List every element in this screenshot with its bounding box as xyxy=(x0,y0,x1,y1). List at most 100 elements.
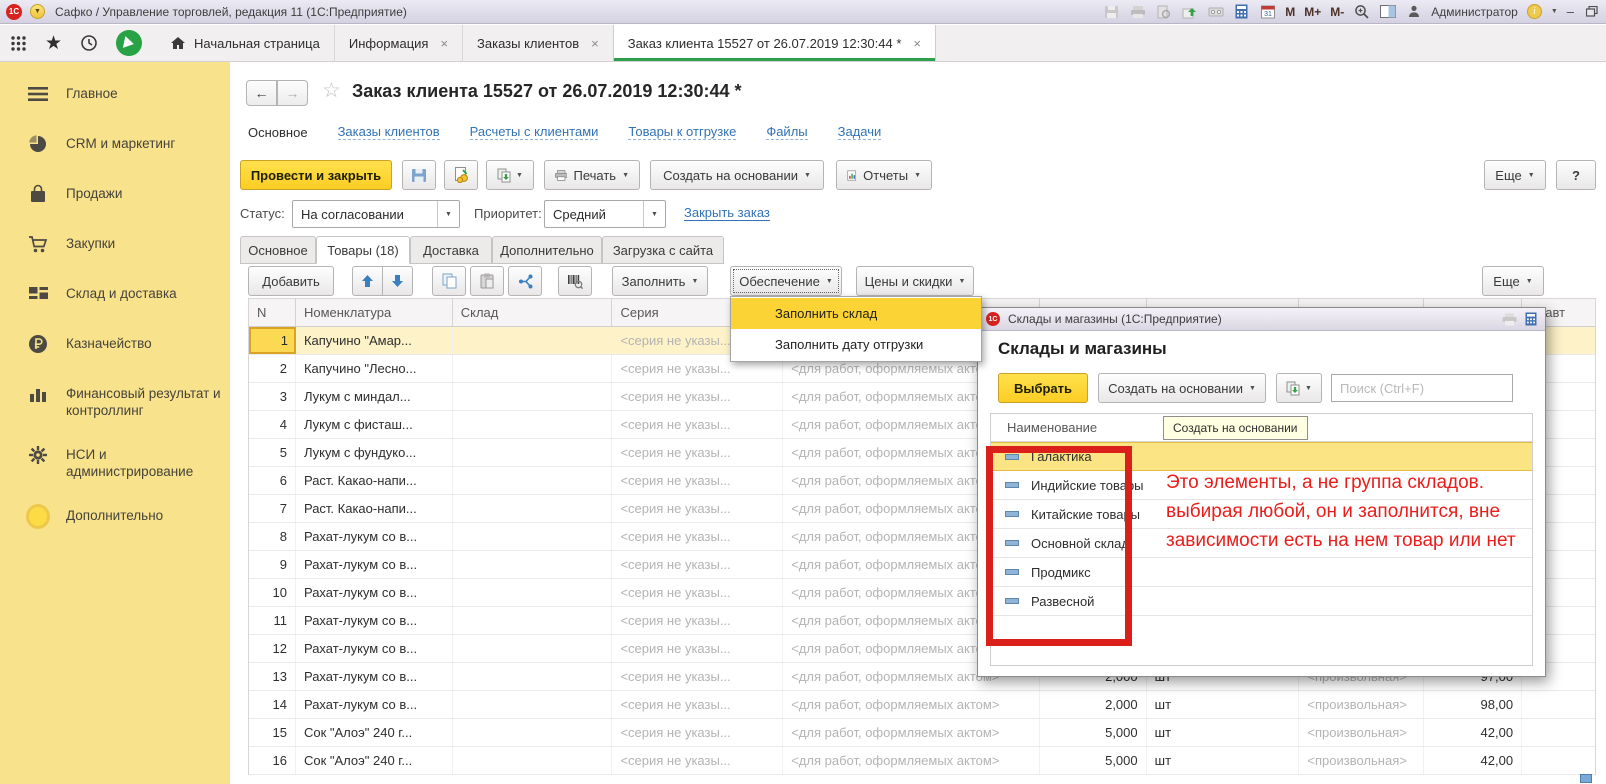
save-icon[interactable] xyxy=(1103,4,1120,20)
copy-create-button[interactable]: ▼ xyxy=(1276,373,1322,403)
navlink-files[interactable]: Файлы xyxy=(766,124,807,140)
col-warehouse[interactable]: Склад xyxy=(453,299,613,326)
print-icon[interactable] xyxy=(1129,4,1146,20)
calendar-icon[interactable]: 31 xyxy=(1259,4,1276,20)
calculator-icon[interactable] xyxy=(1525,312,1537,326)
select-button[interactable]: Выбрать xyxy=(998,373,1088,403)
cell-ship-date: <для работ, оформляемых актом> xyxy=(783,691,1040,718)
tab-additional[interactable]: Дополнительно xyxy=(492,236,602,264)
priority-combo[interactable]: Средний▼ xyxy=(544,200,666,228)
tab-goods[interactable]: Товары (18) xyxy=(316,236,410,264)
tab-order-15527[interactable]: Заказ клиента 15527 от 26.07.2019 12:30:… xyxy=(613,25,936,61)
share-icon[interactable] xyxy=(508,266,542,296)
calculator-icon[interactable] xyxy=(1233,4,1250,20)
move-up-button[interactable] xyxy=(352,266,383,296)
main-menu-icon[interactable]: ▼ xyxy=(30,4,45,19)
move-down-button[interactable] xyxy=(382,266,413,296)
memory-m-plus-button[interactable]: M+ xyxy=(1304,5,1321,19)
barcode-icon[interactable] xyxy=(558,266,592,296)
navlink-tasks[interactable]: Задачи xyxy=(838,124,882,140)
navlink-customer-orders[interactable]: Заказы клиентов xyxy=(338,124,440,140)
table-row[interactable]: 16 Сок "Алоэ" 240 г... <серия не указы..… xyxy=(249,747,1595,775)
memory-m-button[interactable]: M xyxy=(1285,5,1295,19)
forward-button[interactable]: → xyxy=(277,80,308,106)
close-order-link[interactable]: Закрыть заказ xyxy=(684,205,770,221)
cell-unit: шт xyxy=(1147,719,1300,746)
more-button-table[interactable]: Еще▼ xyxy=(1482,266,1544,296)
sidebar-item-finance[interactable]: Финансовый результат и контроллинг xyxy=(26,382,230,419)
table-row[interactable]: 15 Сок "Алоэ" 240 г... <серия не указы..… xyxy=(249,719,1595,747)
save-button[interactable] xyxy=(402,160,436,190)
fill-button[interactable]: Заполнить▼ xyxy=(612,266,708,296)
sidebar-item-purchases[interactable]: Закупки xyxy=(26,232,230,258)
navlink-settlements[interactable]: Расчеты с клиентами xyxy=(470,124,599,140)
table-row[interactable]: 14 Рахат-лукум со в... <серия не указы..… xyxy=(249,691,1595,719)
popup-titlebar[interactable]: 1С Склады и магазины (1С:Предприятие) xyxy=(978,308,1545,331)
copy-icon[interactable] xyxy=(432,266,466,296)
collaboration-icon[interactable] xyxy=(116,30,142,56)
apps-grid-icon[interactable] xyxy=(10,35,27,52)
tab-main[interactable]: Основное xyxy=(240,236,316,264)
menu-item-fill-warehouse[interactable]: Заполнить склад xyxy=(731,298,981,329)
help-button[interactable]: ? xyxy=(1556,160,1596,190)
reports-button[interactable]: Отчеты▼ xyxy=(836,160,932,190)
print-preview-icon[interactable] xyxy=(1155,4,1172,20)
sidebar-item-treasury[interactable]: Казначейство xyxy=(26,332,230,358)
cell-auto-discount xyxy=(1522,719,1595,746)
table-scrollbar[interactable] xyxy=(1580,774,1592,783)
info-icon[interactable]: i xyxy=(1527,4,1542,19)
cell-n: 4 xyxy=(249,411,296,438)
tab-home[interactable]: Начальная страница xyxy=(156,25,334,61)
create-based-on-button[interactable]: Создать на основании▼ xyxy=(1098,373,1266,403)
home-icon xyxy=(170,36,186,50)
add-row-button[interactable]: Добавить xyxy=(248,266,334,296)
sidebar-item-sales[interactable]: Продажи xyxy=(26,182,230,208)
history-icon[interactable] xyxy=(80,34,98,52)
more-button-top[interactable]: Еще▼ xyxy=(1484,160,1546,190)
sidebar-item-main[interactable]: Главное xyxy=(26,82,230,108)
copy-create-button[interactable]: ▼ xyxy=(486,160,534,190)
current-user[interactable]: Администратор xyxy=(1431,5,1518,19)
tab-close-icon[interactable]: × xyxy=(440,36,448,51)
cell-nomenclature: Лукум с миндал... xyxy=(296,383,453,410)
tab-information[interactable]: Информация × xyxy=(334,25,462,61)
status-combo[interactable]: На согласовании▼ xyxy=(292,200,460,228)
create-based-on-button[interactable]: Создать на основании▼ xyxy=(650,160,824,190)
prices-discounts-button[interactable]: Цены и скидки▼ xyxy=(856,266,974,296)
back-button[interactable]: ← xyxy=(246,80,277,106)
restore-icon[interactable] xyxy=(1583,4,1600,20)
sidebar-item-warehouse[interactable]: Склад и доставка xyxy=(26,282,230,308)
split-view-icon[interactable] xyxy=(1379,4,1396,20)
cell-warehouse xyxy=(453,635,613,662)
tab-close-icon[interactable]: × xyxy=(591,36,599,51)
tab-customer-orders[interactable]: Заказы клиентов × xyxy=(462,25,613,61)
links-icon[interactable] xyxy=(1207,4,1224,20)
memory-m-minus-button[interactable]: M- xyxy=(1330,5,1344,19)
info-caret-icon[interactable]: ▼ xyxy=(1551,8,1558,15)
navlink-main[interactable]: Основное xyxy=(248,125,308,140)
tab-close-icon[interactable]: × xyxy=(913,36,921,51)
sidebar-item-extra[interactable]: Дополнительно xyxy=(26,504,230,530)
post-document-button[interactable] xyxy=(444,160,478,190)
zoom-icon[interactable] xyxy=(1353,4,1370,20)
navlink-goods-to-ship[interactable]: Товары к отгрузке xyxy=(628,124,736,140)
favorite-star-icon[interactable]: ☆ xyxy=(322,78,341,103)
print-button[interactable]: Печать▼ xyxy=(544,160,640,190)
print-icon[interactable] xyxy=(1502,313,1517,326)
tab-site-upload[interactable]: Загрузка с сайта xyxy=(602,236,724,264)
favorites-star-icon[interactable]: ★ xyxy=(45,34,62,53)
sidebar-item-nsi[interactable]: НСИ и администрирование xyxy=(26,443,230,480)
sidebar-item-crm[interactable]: CRM и маркетинг xyxy=(26,132,230,158)
tab-delivery[interactable]: Доставка xyxy=(410,236,492,264)
search-input[interactable]: Поиск (Ctrl+F) xyxy=(1331,374,1513,402)
col-nomenclature[interactable]: Номенклатура xyxy=(296,299,453,326)
post-and-close-button[interactable]: Провести и закрыть xyxy=(240,160,392,190)
paste-icon[interactable] xyxy=(470,266,504,296)
status-label: Статус: xyxy=(240,206,285,221)
minimize-icon[interactable]: – xyxy=(1567,4,1574,19)
cell-n: 8 xyxy=(249,523,296,550)
supply-button[interactable]: Обеспечение▼ xyxy=(730,266,842,296)
menu-item-fill-ship-date[interactable]: Заполнить дату отгрузки xyxy=(731,329,981,360)
col-n[interactable]: N xyxy=(249,299,296,326)
export-icon[interactable] xyxy=(1181,4,1198,20)
